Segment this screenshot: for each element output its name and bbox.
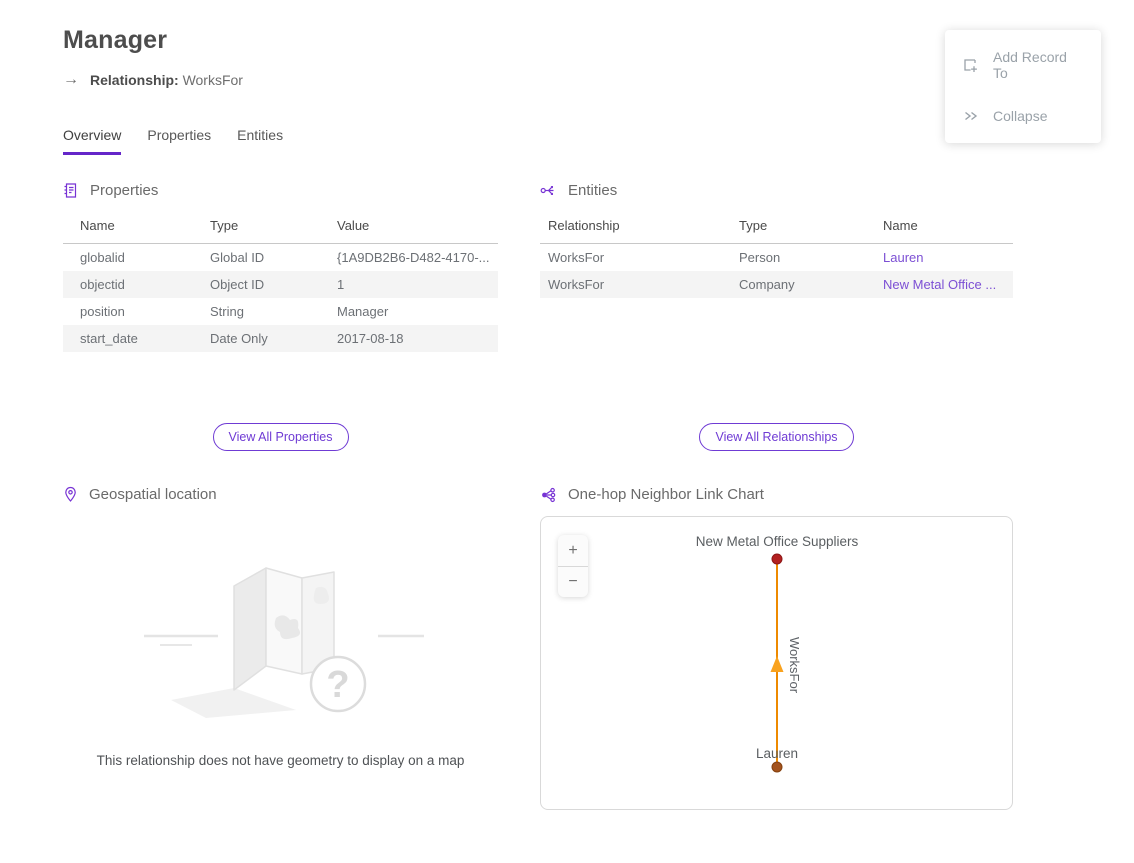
table-cell: New Metal Office ... [883, 271, 1013, 298]
properties-table: Name Type Value globalidGlobal ID{1A9DB2… [63, 212, 498, 352]
properties-icon [63, 182, 79, 199]
add-record-icon [962, 57, 979, 74]
menu-item-add-record-to[interactable]: Add Record To [945, 36, 1101, 94]
table-cell: Global ID [210, 244, 337, 272]
menu-item-label: Add Record To [993, 49, 1084, 81]
location-pin-icon [63, 486, 78, 503]
column-header: Relationship [540, 212, 739, 244]
properties-section-header: Properties [63, 182, 498, 199]
top-node[interactable] [772, 554, 782, 564]
table-cell: Manager [337, 298, 498, 325]
map-placeholder: ? [63, 529, 498, 747]
edge-label: WorksFor [787, 637, 802, 694]
section-title: Entities [568, 182, 617, 199]
table-cell: Company [739, 271, 883, 298]
zoom-out-button[interactable]: − [558, 566, 588, 597]
top-node-label: New Metal Office Suppliers [696, 534, 859, 549]
link-chart-section-header: One-hop Neighbor Link Chart [540, 486, 1013, 503]
column-header: Type [739, 212, 883, 244]
zoom-in-button[interactable]: + [558, 535, 588, 566]
section-title: One-hop Neighbor Link Chart [568, 486, 764, 503]
collapse-icon [962, 107, 979, 124]
table-cell: WorksFor [540, 271, 739, 298]
relationship-arrow-icon: → [63, 71, 79, 89]
entities-icon [540, 182, 557, 199]
tab-overview[interactable]: Overview [63, 127, 121, 155]
table-cell: objectid [63, 271, 210, 298]
empty-map-illustration: ? [126, 548, 436, 728]
section-title: Properties [90, 182, 158, 199]
geospatial-section: Geospatial location ? This relation [63, 486, 498, 810]
view-all-properties-button[interactable]: View All Properties [213, 423, 349, 451]
entities-table: Relationship Type Name WorksForPersonLau… [540, 212, 1013, 298]
table-cell: 2017-08-18 [337, 325, 498, 352]
overview-content: Properties Name Type Value globalidGloba… [63, 182, 1134, 810]
table-row: positionStringManager [63, 298, 498, 325]
table-row: WorksForPersonLauren [540, 244, 1013, 272]
properties-section: Properties Name Type Value globalidGloba… [63, 182, 498, 423]
table-cell: Lauren [883, 244, 1013, 272]
bottom-node[interactable] [772, 762, 782, 772]
subtitle-label: Relationship: [90, 72, 179, 88]
column-header: Type [210, 212, 337, 244]
view-all-relationships-button[interactable]: View All Relationships [699, 423, 853, 451]
table-cell: Object ID [210, 271, 337, 298]
bottom-node-label: Lauren [756, 746, 798, 761]
svg-text:?: ? [326, 664, 349, 706]
menu-item-label: Collapse [993, 108, 1047, 124]
column-header: Value [337, 212, 498, 244]
subtitle-value: WorksFor [183, 72, 243, 88]
table-cell: WorksFor [540, 244, 739, 272]
table-row: WorksForCompanyNew Metal Office ... [540, 271, 1013, 298]
table-cell: start_date [63, 325, 210, 352]
link-chart-canvas[interactable]: + − WorksFor New Metal Office Suppliers … [540, 516, 1013, 810]
entities-section: Entities Relationship Type Name WorksFor… [540, 182, 1013, 423]
table-row: objectidObject ID1 [63, 271, 498, 298]
table-cell: String [210, 298, 337, 325]
tab-entities[interactable]: Entities [237, 127, 283, 155]
table-header-row: Relationship Type Name [540, 212, 1013, 244]
entities-section-header: Entities [540, 182, 1013, 199]
table-cell: globalid [63, 244, 210, 272]
menu-item-collapse[interactable]: Collapse [945, 94, 1101, 137]
entity-link[interactable]: New Metal Office ... [883, 277, 996, 292]
table-cell: position [63, 298, 210, 325]
table-header-row: Name Type Value [63, 212, 498, 244]
table-row: start_dateDate Only2017-08-18 [63, 325, 498, 352]
entity-link[interactable]: Lauren [883, 250, 923, 265]
tab-properties[interactable]: Properties [147, 127, 211, 155]
column-header: Name [883, 212, 1013, 244]
table-cell: Person [739, 244, 883, 272]
table-cell: 1 [337, 271, 498, 298]
link-chart-icon [540, 487, 557, 503]
context-menu: Add Record To Collapse [945, 30, 1101, 143]
geospatial-section-header: Geospatial location [63, 486, 498, 503]
properties-button-row: View All Properties [63, 423, 498, 486]
entities-button-row: View All Relationships [540, 423, 1013, 486]
link-chart-graph: WorksFor New Metal Office Suppliers Laur… [541, 517, 1012, 809]
link-chart-section: One-hop Neighbor Link Chart + − WorksFor… [540, 486, 1013, 810]
table-row: globalidGlobal ID{1A9DB2B6-D482-4170-... [63, 244, 498, 272]
table-cell: Date Only [210, 325, 337, 352]
column-header: Name [63, 212, 210, 244]
table-cell: {1A9DB2B6-D482-4170-... [337, 244, 498, 272]
zoom-control: + − [558, 535, 588, 597]
no-geometry-message: This relationship does not have geometry… [63, 753, 498, 768]
section-title: Geospatial location [89, 486, 217, 503]
